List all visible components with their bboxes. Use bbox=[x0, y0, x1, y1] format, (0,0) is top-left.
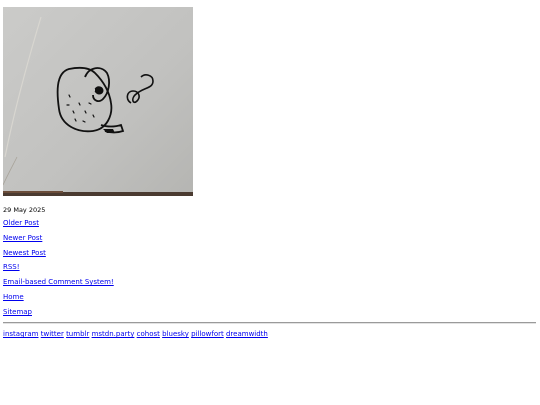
rss-link[interactable]: RSS! bbox=[3, 263, 20, 272]
comment-system-link[interactable]: Email-based Comment System! bbox=[3, 278, 114, 287]
sitemap-link[interactable]: Sitemap bbox=[3, 308, 32, 317]
mstdn-party-link[interactable]: mstdn.party bbox=[92, 330, 135, 338]
home-link[interactable]: Home bbox=[3, 293, 24, 302]
instagram-link[interactable]: instagram bbox=[3, 330, 39, 338]
dreamwidth-link[interactable]: dreamwidth bbox=[226, 330, 268, 338]
post-date: 29 May 2025 bbox=[3, 206, 46, 214]
doodle-drawing bbox=[3, 7, 193, 196]
footer-divider bbox=[3, 322, 536, 324]
social-links: instagram twitter tumblr mstdn.party coh… bbox=[3, 330, 268, 339]
tumblr-link[interactable]: tumblr bbox=[66, 330, 89, 338]
older-post-link[interactable]: Older Post bbox=[3, 219, 39, 228]
bluesky-link[interactable]: bluesky bbox=[162, 330, 189, 338]
pillowfort-link[interactable]: pillowfort bbox=[191, 330, 224, 338]
newer-post-link[interactable]: Newer Post bbox=[3, 234, 42, 243]
post-photo bbox=[3, 7, 193, 196]
newest-post-link[interactable]: Newest Post bbox=[3, 249, 46, 258]
cohost-link[interactable]: cohost bbox=[137, 330, 160, 338]
twitter-link[interactable]: twitter bbox=[41, 330, 64, 338]
